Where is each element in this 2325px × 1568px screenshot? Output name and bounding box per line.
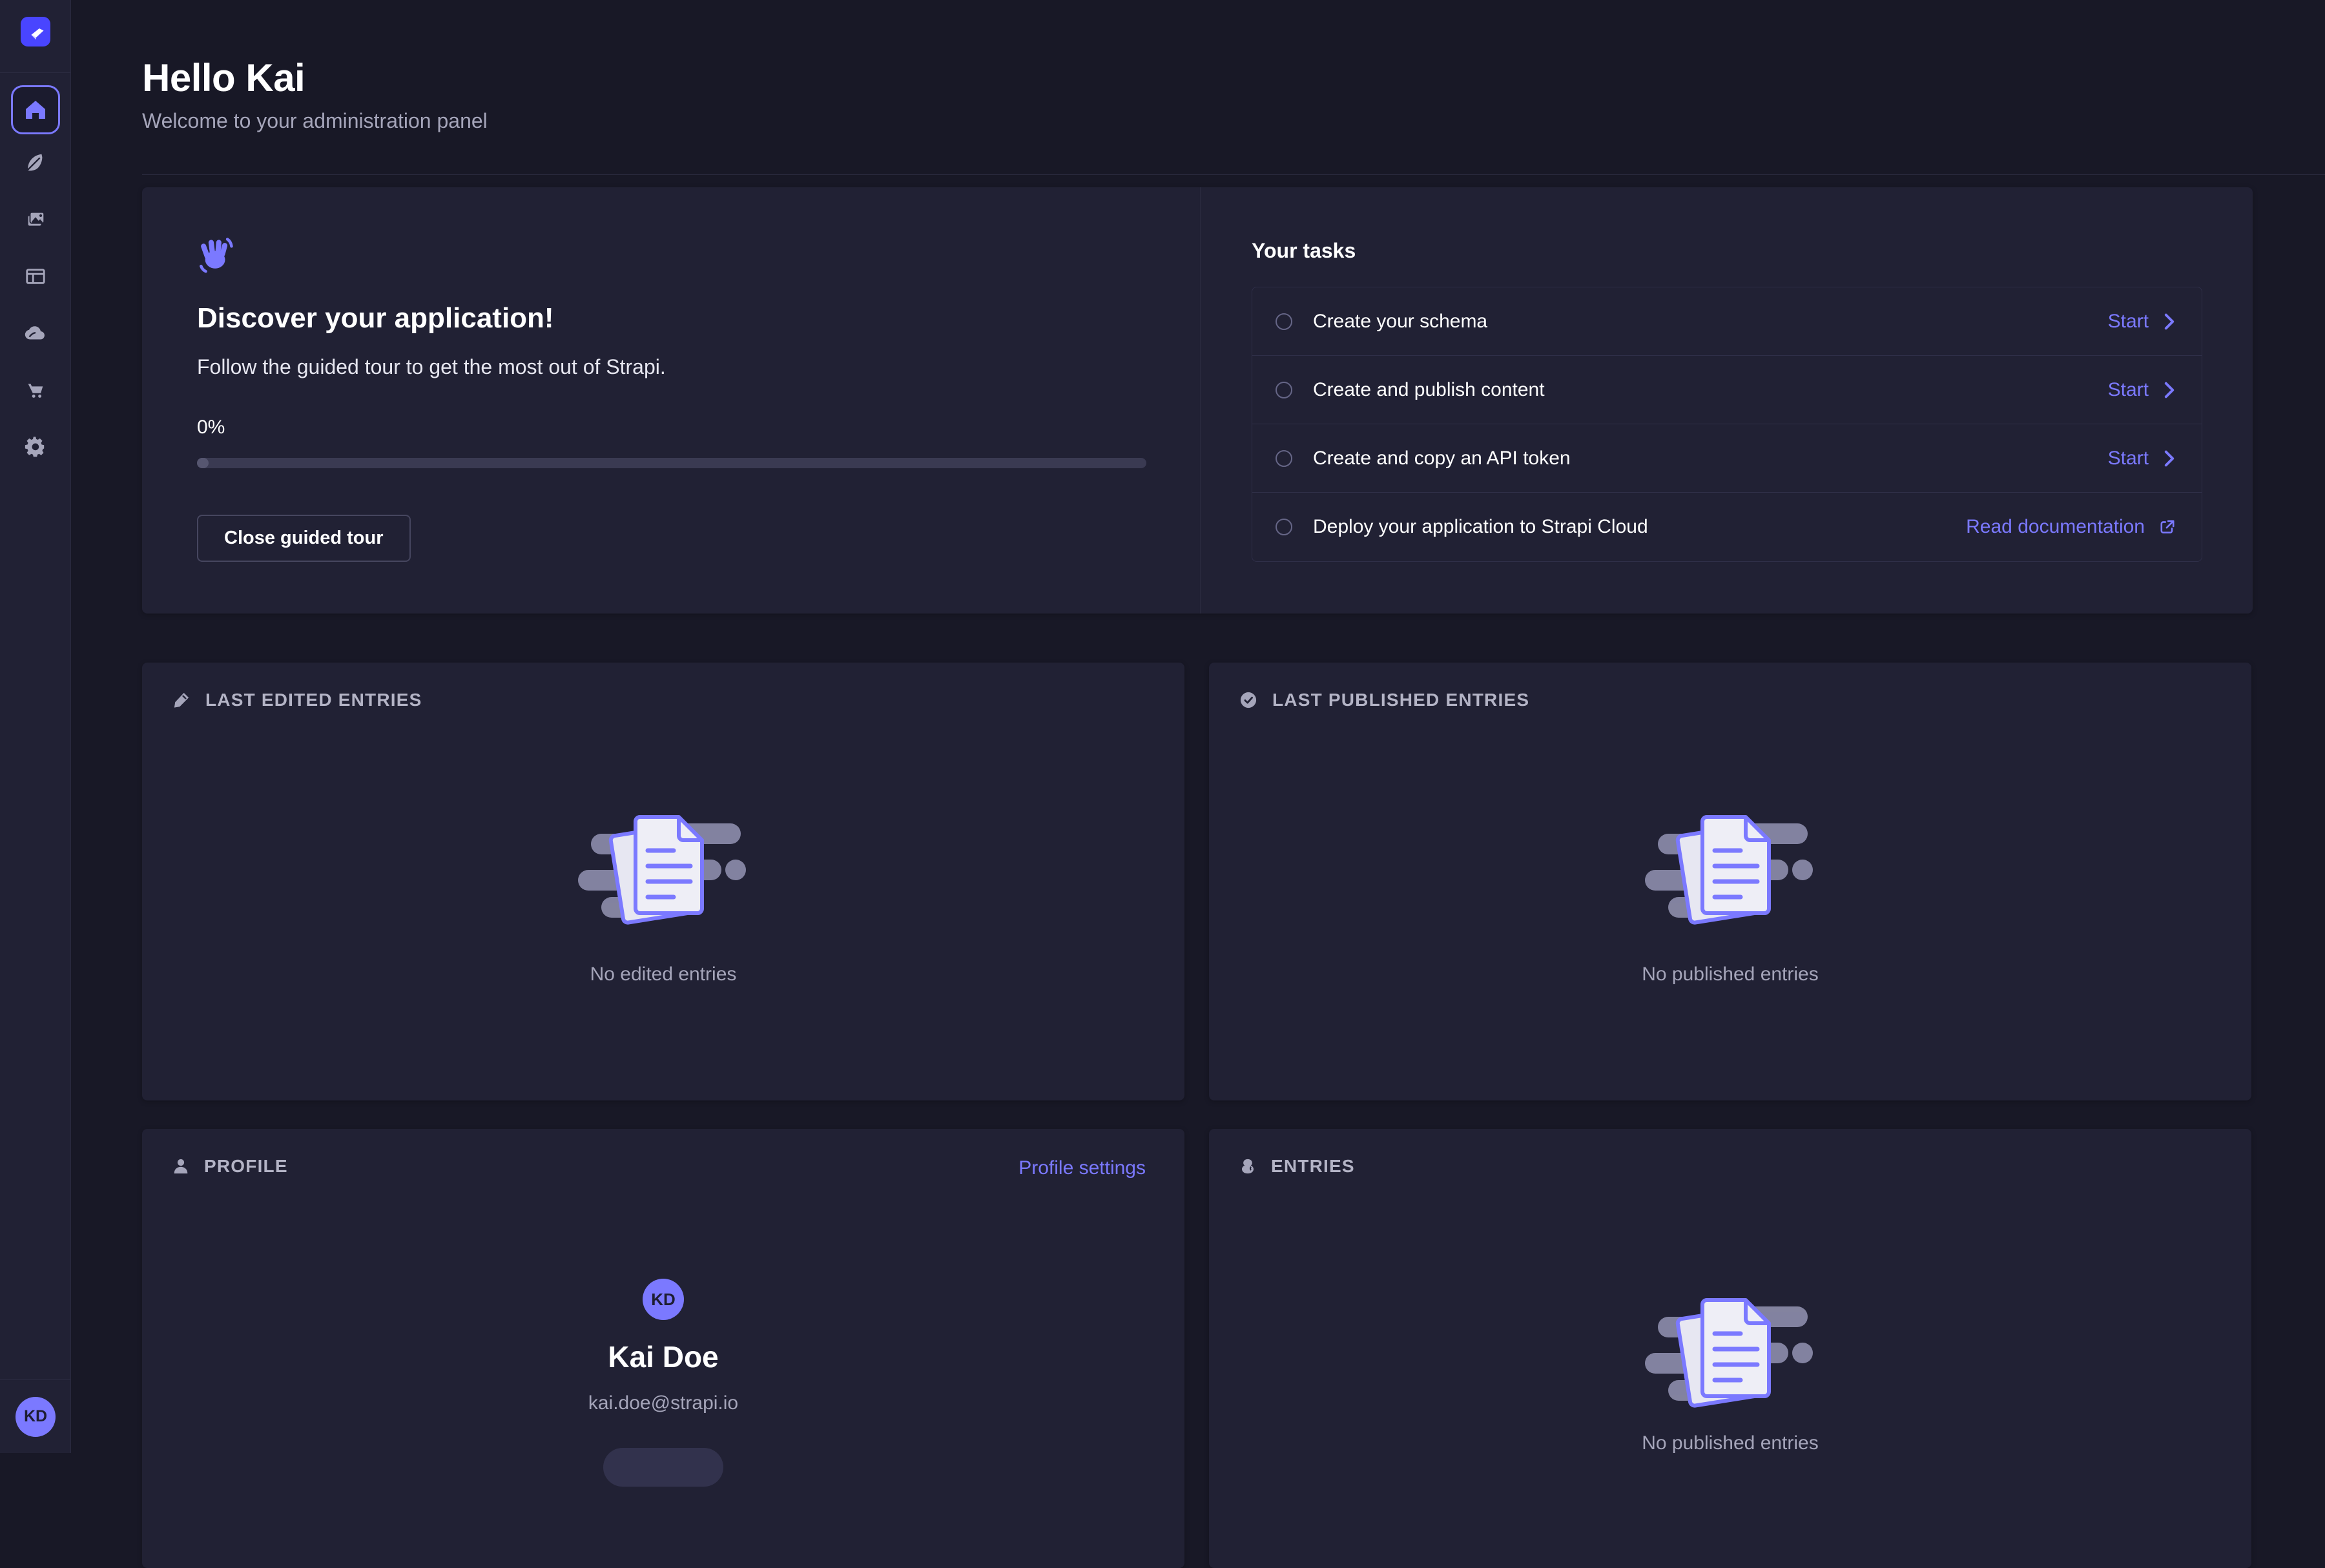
task-radio[interactable] xyxy=(1276,382,1292,398)
sidebar: KD xyxy=(0,0,71,1453)
empty-state-text: No edited entries xyxy=(142,964,1184,985)
task-radio[interactable] xyxy=(1276,313,1292,330)
empty-documents-illustration xyxy=(1645,1294,1815,1410)
task-radio[interactable] xyxy=(1276,519,1292,535)
page-header: Hello Kai Welcome to your administration… xyxy=(142,56,488,133)
task-label: Create and publish content xyxy=(1313,379,1545,401)
sidebar-item-settings[interactable] xyxy=(7,418,64,475)
task-start-link[interactable]: Start xyxy=(2108,311,2176,333)
task-row-api-token[interactable]: Create and copy an API token Start xyxy=(1252,424,2202,493)
strapi-logo[interactable] xyxy=(21,17,50,46)
profile-avatar: KD xyxy=(643,1279,684,1320)
pencil-icon xyxy=(173,692,190,708)
close-guided-tour-button[interactable]: Close guided tour xyxy=(197,515,411,562)
widget-title: ENTRIES xyxy=(1271,1156,1355,1177)
tour-progress-bar xyxy=(197,458,1146,468)
chevron-right-icon xyxy=(2163,450,2176,467)
cart-icon xyxy=(25,379,46,401)
profile-settings-link[interactable]: Profile settings xyxy=(1018,1157,1146,1179)
task-row-deploy-cloud[interactable]: Deploy your application to Strapi Cloud … xyxy=(1252,493,2202,561)
tour-progress-fill xyxy=(197,458,209,468)
sidebar-item-content-manager[interactable] xyxy=(7,134,64,191)
empty-documents-illustration xyxy=(1645,810,1815,927)
tasks-list: Create your schema Start Create and publ… xyxy=(1252,287,2202,562)
read-documentation-link[interactable]: Read documentation xyxy=(1966,516,2176,538)
task-label: Create your schema xyxy=(1313,311,1487,333)
header-divider xyxy=(142,174,2325,175)
empty-state-text: No published entries xyxy=(1209,964,2251,985)
tour-title: Discover your application! xyxy=(197,302,1166,335)
widget-header: LAST PUBLISHED ENTRIES xyxy=(1240,690,1529,710)
strapi-logo-glyph xyxy=(26,22,45,41)
sidebar-item-media-library[interactable] xyxy=(7,191,64,248)
widget-header: ENTRIES xyxy=(1240,1156,1355,1177)
entries-card: ENTRIES No published entries xyxy=(1209,1129,2251,1568)
person-icon xyxy=(173,1158,189,1175)
sidebar-divider xyxy=(0,72,71,73)
task-radio[interactable] xyxy=(1276,450,1292,467)
widget-title: PROFILE xyxy=(204,1156,288,1177)
sidebar-item-deploy[interactable] xyxy=(7,305,64,362)
widget-title: LAST PUBLISHED ENTRIES xyxy=(1272,690,1529,710)
waving-hand-icon xyxy=(197,236,234,273)
your-tasks-panel: Your tasks Create your schema Start Crea… xyxy=(1252,239,2202,562)
task-start-link[interactable]: Start xyxy=(2108,448,2176,469)
guided-tour-card: Discover your application! Follow the gu… xyxy=(142,187,2253,614)
cloud-icon xyxy=(25,322,46,344)
sidebar-footer: KD xyxy=(0,1379,71,1453)
tour-progress-label: 0% xyxy=(197,417,1166,438)
empty-state-text: No published entries xyxy=(1209,1432,2251,1454)
task-row-create-content[interactable]: Create and publish content Start xyxy=(1252,356,2202,424)
task-row-create-schema[interactable]: Create your schema Start xyxy=(1252,287,2202,356)
profile-name: Kai Doe xyxy=(142,1339,1184,1374)
page-subtitle: Welcome to your administration panel xyxy=(142,109,488,133)
last-published-entries-card: LAST PUBLISHED ENTRIES No published entr… xyxy=(1209,663,2251,1100)
page-title: Hello Kai xyxy=(142,56,488,100)
profile-card: PROFILE Profile settings KD Kai Doe kai.… xyxy=(142,1129,1184,1568)
task-action-label: Read documentation xyxy=(1966,516,2145,538)
tour-body: Follow the guided tour to get the most o… xyxy=(197,355,1166,379)
task-action-label: Start xyxy=(2108,448,2149,469)
entries-icon xyxy=(1240,1158,1256,1175)
sidebar-item-marketplace[interactable] xyxy=(7,362,64,418)
task-label: Deploy your application to Strapi Cloud xyxy=(1313,516,1648,538)
chevron-right-icon xyxy=(2163,382,2176,398)
widget-title: LAST EDITED ENTRIES xyxy=(205,690,422,710)
sidebar-item-home[interactable] xyxy=(11,85,60,134)
empty-documents-illustration xyxy=(578,810,749,927)
feather-icon xyxy=(25,152,46,174)
images-icon xyxy=(25,209,46,231)
last-edited-entries-card: LAST EDITED ENTRIES No edited entries xyxy=(142,663,1184,1100)
check-circle-icon xyxy=(1240,692,1257,708)
layout-icon xyxy=(25,265,46,287)
external-link-icon xyxy=(2159,519,2176,535)
profile-role-badge xyxy=(603,1448,723,1487)
home-icon xyxy=(24,98,47,121)
task-label: Create and copy an API token xyxy=(1313,448,1571,469)
gear-icon xyxy=(25,436,46,458)
sidebar-item-content-type-builder[interactable] xyxy=(7,248,64,305)
widget-header: PROFILE xyxy=(173,1156,288,1177)
guided-tour-panel: Discover your application! Follow the gu… xyxy=(197,236,1166,562)
chevron-right-icon xyxy=(2163,313,2176,330)
tour-card-divider xyxy=(1200,187,1201,614)
profile-email: kai.doe@strapi.io xyxy=(142,1392,1184,1414)
user-avatar[interactable]: KD xyxy=(16,1397,56,1437)
task-action-label: Start xyxy=(2108,311,2149,333)
tasks-title: Your tasks xyxy=(1252,239,2202,263)
widget-header: LAST EDITED ENTRIES xyxy=(173,690,422,710)
task-start-link[interactable]: Start xyxy=(2108,379,2176,401)
task-action-label: Start xyxy=(2108,379,2149,401)
